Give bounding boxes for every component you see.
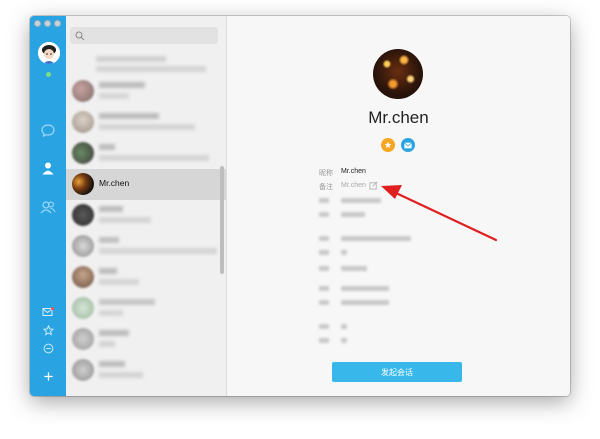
blurred-info — [319, 212, 329, 217]
search-box[interactable] — [70, 27, 218, 44]
blurred-info — [319, 198, 329, 203]
start-chat-button[interactable]: 发起会话 — [332, 362, 462, 382]
list-item[interactable] — [66, 293, 226, 324]
blurred-info — [319, 266, 329, 271]
chat-bubble-icon[interactable] — [38, 120, 58, 140]
blurred-info — [341, 324, 347, 329]
list-item-selected[interactable]: Mr.chen — [66, 169, 226, 200]
close-window-button[interactable] — [34, 20, 41, 27]
nickname-label: 昵称 — [319, 170, 333, 177]
blurred-info — [319, 338, 329, 343]
minimize-window-button[interactable] — [44, 20, 51, 27]
list-item[interactable] — [66, 52, 226, 76]
plus-icon[interactable] — [38, 366, 58, 386]
online-status-dot — [46, 72, 51, 77]
blurred-info — [341, 338, 347, 343]
nickname-value: Mr.chen — [341, 168, 366, 175]
blurred-info — [319, 250, 329, 255]
search-input[interactable] — [89, 29, 213, 42]
my-avatar[interactable] — [38, 42, 60, 64]
contact-avatar — [72, 173, 94, 195]
remark-value[interactable]: Mr.chen — [341, 182, 366, 189]
mail-icon[interactable] — [38, 302, 58, 322]
contact-person-icon[interactable] — [38, 158, 58, 178]
app-window: Mr.chen Mr.chen 昵称 Mr.chen 备注 Mr.chen 发起… — [30, 16, 570, 396]
contact-detail-pane: Mr.chen 昵称 Mr.chen 备注 Mr.chen 发起会话 — [227, 16, 570, 396]
contact-list-pane: Mr.chen — [66, 16, 227, 396]
search-icon — [75, 31, 85, 40]
list-scrollbar[interactable] — [220, 166, 224, 274]
remark-label: 备注 — [319, 184, 333, 191]
blurred-info — [341, 300, 389, 305]
blurred-info — [341, 266, 367, 271]
list-item[interactable] — [66, 231, 226, 262]
list-item[interactable] — [66, 76, 226, 107]
blurred-info — [341, 250, 347, 255]
group-icon[interactable] — [38, 197, 58, 217]
blurred-info — [319, 324, 329, 329]
list-item[interactable] — [66, 138, 226, 169]
star-badge-icon[interactable] — [381, 138, 395, 152]
blurred-info — [341, 198, 381, 203]
blurred-info — [341, 286, 389, 291]
star-icon[interactable] — [38, 320, 58, 340]
sidebar — [30, 16, 66, 396]
contact-list: Mr.chen — [66, 52, 226, 396]
blurred-info — [319, 300, 329, 305]
blurred-info — [319, 286, 329, 291]
blurred-info — [319, 236, 329, 241]
zoom-window-button[interactable] — [54, 20, 61, 27]
list-item[interactable] — [66, 107, 226, 138]
list-item[interactable] — [66, 355, 226, 386]
mail-badge-icon[interactable] — [401, 138, 415, 152]
list-item[interactable] — [66, 200, 226, 231]
profile-avatar[interactable] — [373, 49, 423, 99]
minus-circle-icon[interactable] — [38, 338, 58, 358]
profile-display-name: Mr.chen — [368, 108, 429, 127]
blurred-info — [341, 212, 365, 217]
contact-name: Mr.chen — [99, 178, 130, 188]
list-item[interactable] — [66, 262, 226, 293]
list-item[interactable] — [66, 324, 226, 355]
edit-remark-icon[interactable] — [369, 181, 378, 190]
blurred-info — [341, 236, 411, 241]
